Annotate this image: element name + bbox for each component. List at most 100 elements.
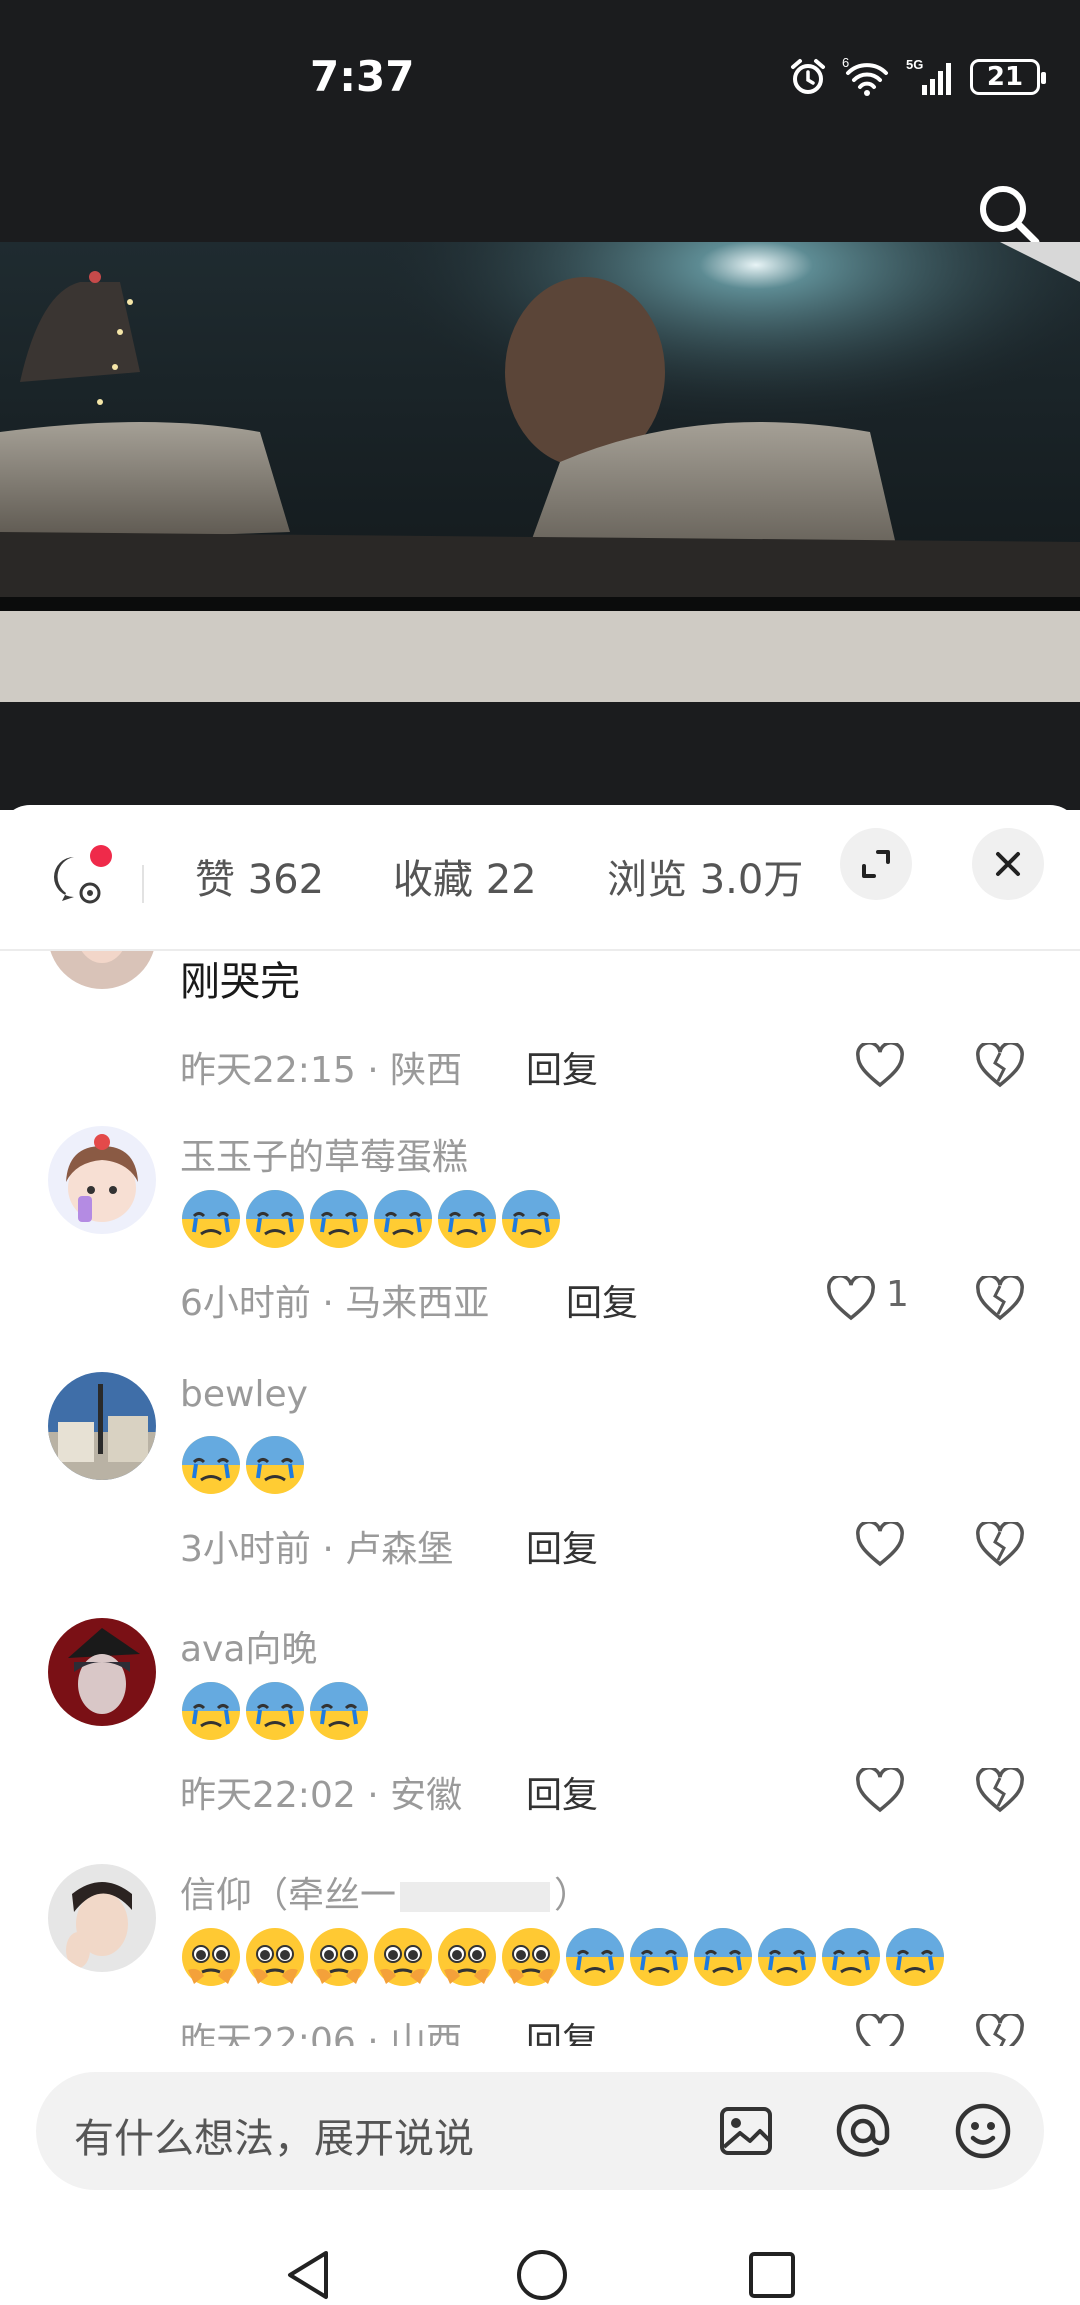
expand-button[interactable] [840, 828, 912, 900]
system-nav-bar [0, 2215, 1080, 2300]
comment-meta: 3小时前 · 卢森堡 [180, 1529, 454, 1570]
comment-meta: 6小时前 · 马来西亚 [180, 1283, 490, 1324]
emoji-row [180, 1926, 946, 1988]
crying-emoji [182, 1436, 240, 1494]
avatar[interactable] [48, 951, 156, 989]
like-icon[interactable] [855, 1043, 905, 1089]
avatar[interactable] [48, 1372, 156, 1480]
signal-icon: 5G [906, 57, 951, 95]
comment-item: bewley 3小时前 · 卢森堡 回复 [0, 1372, 1080, 1612]
comment-username-text: 信仰（牵丝一 [180, 1875, 397, 1916]
crying-emoji [438, 1190, 496, 1248]
pleading-emoji [246, 1928, 304, 1986]
status-bar: 7:37 6 5G 21 [0, 0, 1080, 160]
dislike-icon[interactable] [975, 1043, 1025, 1089]
stats-divider [142, 865, 144, 903]
wifi-icon: 6 [842, 57, 888, 96]
crying-emoji [630, 1928, 688, 1986]
battery-level: 21 [986, 62, 1024, 92]
comment-text: 刚哭完 [180, 959, 300, 1005]
image-icon[interactable] [714, 2099, 778, 2163]
like-icon[interactable] [855, 2014, 905, 2046]
comment-username-suffix: ） [554, 1875, 591, 1916]
crying-emoji [246, 1682, 304, 1740]
comment-username[interactable]: 玉玉子的草莓蛋糕 [180, 1128, 468, 1180]
comment-item: ava向晚 昨天22:02 · 安徽 回复 [0, 1618, 1080, 1858]
comment-input[interactable]: 有什么想法，展开说说 [74, 2106, 474, 2164]
crying-emoji [310, 1190, 368, 1248]
crying-emoji [182, 1190, 240, 1248]
expand-icon [862, 850, 890, 878]
crying-emoji [566, 1928, 624, 1986]
like-icon[interactable] [855, 1522, 905, 1568]
video-frame[interactable] [0, 242, 1080, 702]
views-stat: 浏览 3.0万 [607, 857, 804, 903]
crying-emoji [374, 1190, 432, 1248]
dislike-icon[interactable] [975, 1522, 1025, 1568]
reply-button[interactable]: 回复 [526, 1766, 598, 1818]
dislike-icon[interactable] [975, 1276, 1025, 1322]
close-icon [996, 852, 1020, 876]
at-icon[interactable] [831, 2099, 895, 2163]
video-still [0, 242, 1080, 702]
emoji-row [180, 1188, 562, 1250]
pleading-emoji [502, 1928, 560, 1986]
like-icon[interactable] [826, 1276, 876, 1322]
comment-username[interactable]: bewley [180, 1374, 308, 1415]
reply-button[interactable]: 回复 [526, 2012, 598, 2046]
crying-emoji [886, 1928, 944, 1986]
pleading-emoji [374, 1928, 432, 1986]
comment-list[interactable]: 刚哭完 昨天22:15 · 陕西 回复 玉玉子的草莓蛋糕 6小时前 · 马来西亚… [0, 951, 1080, 2046]
emoji-row [180, 1434, 306, 1496]
crying-emoji [822, 1928, 880, 1986]
emoji-icon[interactable] [951, 2099, 1015, 2163]
search-icon[interactable] [974, 180, 1044, 250]
comment-meta: 昨天22:06 · 山西 [180, 2021, 463, 2046]
likes-stat[interactable]: 赞 362 [195, 847, 324, 905]
crying-emoji [182, 1682, 240, 1740]
status-time: 7:37 [310, 52, 415, 101]
comment-item: 玉玉子的草莓蛋糕 6小时前 · 马来西亚 回复 1 [0, 1126, 1080, 1366]
recent-apps-icon[interactable] [742, 2245, 802, 2305]
dislike-icon[interactable] [975, 2014, 1025, 2046]
avatar[interactable] [48, 1864, 156, 1972]
back-icon[interactable] [278, 2245, 338, 2305]
dislike-icon[interactable] [975, 1768, 1025, 1814]
comment-username[interactable]: 信仰（牵丝一 ） [180, 1866, 590, 1918]
crying-emoji [246, 1436, 304, 1494]
battery-icon: 21 [970, 59, 1046, 95]
comment-item: 信仰（牵丝一 ） 昨天22:06 · 山西 回复 [0, 1864, 1080, 2046]
reply-button[interactable]: 回复 [566, 1274, 638, 1326]
redacted-text [400, 1882, 551, 1912]
favorites-stat[interactable]: 收藏 22 [393, 847, 537, 905]
comment-username[interactable]: ava向晚 [180, 1620, 317, 1672]
comment-item: 刚哭完 昨天22:15 · 陕西 回复 [0, 951, 1080, 1121]
emoji-row [180, 1680, 370, 1742]
pleading-emoji [182, 1928, 240, 1986]
notification-dot [90, 845, 112, 867]
comment-meta: 昨天22:15 · 陕西 [180, 1050, 463, 1091]
like-count: 1 [886, 1274, 909, 1315]
crying-emoji [694, 1928, 752, 1986]
like-icon[interactable] [855, 1768, 905, 1814]
avatar[interactable] [48, 1618, 156, 1726]
reply-button[interactable]: 回复 [526, 1041, 598, 1093]
signal-label: 5G [906, 57, 923, 72]
video-background: 7:37 6 5G 21 [0, 0, 1080, 810]
crying-emoji [758, 1928, 816, 1986]
comment-meta: 昨天22:02 · 安徽 [180, 1775, 463, 1816]
stats-bar: 赞 362 收藏 22 浏览 3.0万 [0, 805, 1080, 951]
reply-button[interactable]: 回复 [526, 1520, 598, 1572]
status-icons: 6 5G 21 [788, 52, 1046, 102]
avatar[interactable] [48, 1126, 156, 1234]
comment-input-bar[interactable]: 有什么想法，展开说说 [36, 2072, 1044, 2190]
home-icon[interactable] [512, 2245, 572, 2305]
crying-emoji [502, 1190, 560, 1248]
pleading-emoji [310, 1928, 368, 1986]
crying-emoji [246, 1190, 304, 1248]
crying-emoji [310, 1682, 368, 1740]
pleading-emoji [438, 1928, 496, 1986]
alarm-icon [791, 59, 825, 94]
close-button[interactable] [972, 828, 1044, 900]
wifi-label: 6 [842, 57, 849, 70]
